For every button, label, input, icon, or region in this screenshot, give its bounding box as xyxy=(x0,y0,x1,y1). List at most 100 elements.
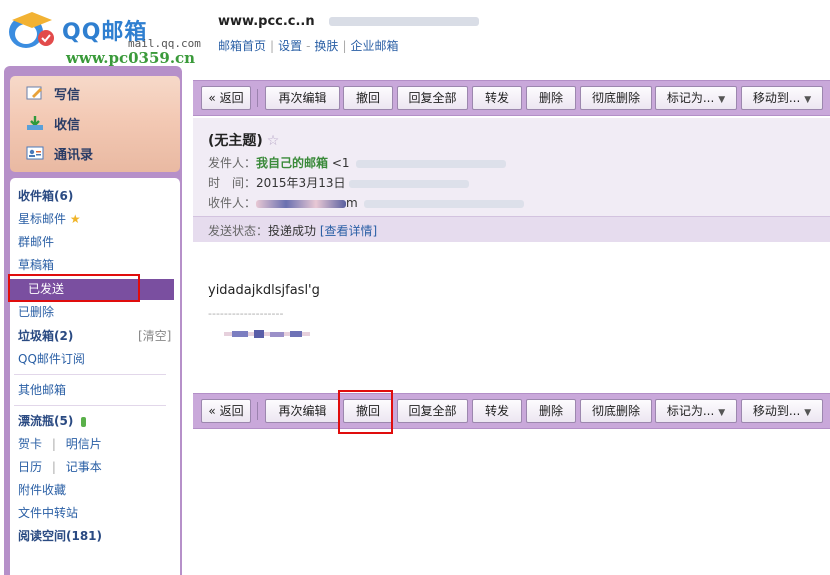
highlight-box-sent xyxy=(8,274,140,302)
compose-label: 写信 xyxy=(54,87,81,103)
delivery-status: 发送状态：投递成功 [查看详情] xyxy=(208,222,377,239)
to-address: m xyxy=(346,196,358,210)
folder-inbox[interactable]: 收件箱(6) xyxy=(18,186,73,206)
cards-row: 贺卡 | 明信片 xyxy=(18,434,102,454)
link-skin[interactable]: 换肤 xyxy=(314,39,338,53)
reading-space-link[interactable]: 阅读空间(181) xyxy=(18,526,102,546)
notes-link[interactable]: 记事本 xyxy=(66,460,102,474)
watermark: www.pc0359.cn xyxy=(66,49,196,67)
receive-button[interactable]: 收信 xyxy=(26,112,80,134)
folder-drafts[interactable]: 草稿箱 xyxy=(18,255,54,275)
folder-spam[interactable]: 垃圾箱(2) xyxy=(18,326,73,346)
mark-as-label: 标记为... xyxy=(666,404,715,418)
status-value: 投递成功 xyxy=(268,224,317,238)
forward-button[interactable]: 转发 xyxy=(472,86,522,110)
calendar-link[interactable]: 日历 xyxy=(18,460,42,474)
inbox-download-icon xyxy=(27,116,43,130)
folder-starred-label: 星标邮件 xyxy=(18,212,67,226)
mail-header: (无主题) ☆ 发件人：我自己的邮箱 <1 时 间：2015年3月13日 收件人：… xyxy=(193,118,830,242)
recall-button[interactable]: 撤回 xyxy=(343,86,393,110)
caret-down-icon: ▼ xyxy=(804,95,812,105)
move-to-label: 移动到... xyxy=(752,91,801,105)
to-name-blurred xyxy=(256,199,347,208)
pencil-icon xyxy=(26,86,42,100)
calendar-row: 日历 | 记事本 xyxy=(18,457,102,477)
contacts-icon xyxy=(26,146,44,160)
delete-button-bottom[interactable]: 删除 xyxy=(526,399,576,423)
toolbar-top: « 返回 再次编辑 撤回 回复全部 转发 删除 彻底删除 标记为... ▼ 移动到… xyxy=(193,80,830,116)
from-address-blurred xyxy=(355,159,506,168)
quick-actions-panel: 写信 收信 通讯录 xyxy=(10,76,180,172)
mail-subject: (无主题) ☆ xyxy=(208,130,279,150)
contacts-button[interactable]: 通讯录 xyxy=(26,142,93,164)
receive-label: 收信 xyxy=(54,117,81,133)
edit-again-button-bottom[interactable]: 再次编辑 xyxy=(265,399,340,423)
move-to-label: 移动到... xyxy=(752,404,801,418)
from-name[interactable]: 我自己的邮箱 xyxy=(256,156,328,170)
separator: | xyxy=(51,437,56,451)
delivery-status-bar: 发送状态：投递成功 [查看详情] xyxy=(193,216,830,242)
time-value: 2015年3月13日 xyxy=(256,176,346,190)
view-details-link[interactable]: [查看详情] xyxy=(320,224,377,238)
back-button[interactable]: « 返回 xyxy=(201,86,251,110)
account-name-text: www.pcc.c..n xyxy=(218,14,315,29)
edit-again-button[interactable]: 再次编辑 xyxy=(265,86,340,110)
star-icon: ★ xyxy=(69,212,81,226)
mark-as-dropdown-bottom[interactable]: 标记为... ▼ xyxy=(655,399,737,423)
delete-forever-button[interactable]: 彻底删除 xyxy=(580,86,652,110)
link-settings[interactable]: 设置 xyxy=(278,39,302,53)
folder-qq-subscriptions[interactable]: QQ邮件订阅 xyxy=(18,349,85,369)
attachments-link[interactable]: 附件收藏 xyxy=(18,480,66,500)
from-address: <1 xyxy=(331,156,350,170)
to-label: 收件人： xyxy=(208,196,257,210)
to-address-blurred xyxy=(363,199,524,208)
mark-as-label: 标记为... xyxy=(666,91,715,105)
link-enterprise-mail[interactable]: 企业邮箱 xyxy=(350,39,398,53)
caret-down-icon: ▼ xyxy=(804,408,812,418)
folder-deleted[interactable]: 已删除 xyxy=(18,302,54,322)
toolbar-separator xyxy=(257,402,258,420)
signature-blurred xyxy=(224,330,310,338)
forward-button-bottom[interactable]: 转发 xyxy=(472,399,522,423)
folder-starred[interactable]: 星标邮件 ★ xyxy=(18,209,81,229)
drift-bottle-label: 漂流瓶(5) xyxy=(18,414,74,428)
star-toggle-icon[interactable]: ☆ xyxy=(267,133,280,149)
link-mail-home[interactable]: 邮箱首页 xyxy=(218,39,266,53)
time-label: 时 间： xyxy=(208,176,257,190)
bottle-icon xyxy=(80,416,86,427)
caret-down-icon: ▼ xyxy=(718,408,726,418)
reply-all-button[interactable]: 回复全部 xyxy=(397,86,468,110)
compose-button[interactable]: 写信 xyxy=(26,82,80,104)
status-label: 发送状态： xyxy=(208,224,269,238)
move-to-dropdown[interactable]: 移动到... ▼ xyxy=(741,86,823,110)
divider xyxy=(14,374,166,375)
delete-forever-button-bottom[interactable]: 彻底删除 xyxy=(580,399,652,423)
contacts-label: 通讯录 xyxy=(54,147,94,163)
account-name: www.pcc.c..n xyxy=(218,14,480,29)
divider xyxy=(14,405,166,406)
header: QQ邮箱 mail.qq.com www.pc0359.cn www.pcc.c… xyxy=(0,0,830,68)
folder-other-mailboxes[interactable]: 其他邮箱 xyxy=(18,380,66,400)
mail-from: 发件人：我自己的邮箱 <1 xyxy=(208,154,506,171)
separator: | xyxy=(270,39,275,53)
account-email-blurred xyxy=(329,17,480,26)
top-links: 邮箱首页 | 设置 - 换肤 | 企业邮箱 xyxy=(218,37,399,54)
drift-bottle[interactable]: 漂流瓶(5) xyxy=(18,411,86,431)
file-transfer-link[interactable]: 文件中转站 xyxy=(18,503,78,523)
reply-all-button-bottom[interactable]: 回复全部 xyxy=(397,399,468,423)
caret-down-icon: ▼ xyxy=(718,95,726,105)
from-label: 发件人： xyxy=(208,156,257,170)
back-button-bottom[interactable]: « 返回 xyxy=(201,399,251,423)
mark-as-dropdown[interactable]: 标记为... ▼ xyxy=(655,86,737,110)
qq-mail-logo-icon[interactable] xyxy=(6,10,58,50)
toolbar-bottom: « 返回 再次编辑 撤回 回复全部 转发 删除 彻底删除 标记为... ▼ 移动到… xyxy=(193,393,830,429)
mail-subject-text: (无主题) xyxy=(208,133,263,149)
move-to-dropdown-bottom[interactable]: 移动到... ▼ xyxy=(741,399,823,423)
postcards-link[interactable]: 明信片 xyxy=(66,437,102,451)
mail-time: 时 间：2015年3月13日 xyxy=(208,174,470,191)
delete-button[interactable]: 删除 xyxy=(526,86,576,110)
folder-group-mail[interactable]: 群邮件 xyxy=(18,232,54,252)
greeting-cards-link[interactable]: 贺卡 xyxy=(18,437,42,451)
signature-divider: ------------------- xyxy=(208,307,284,320)
separator: | xyxy=(51,460,56,474)
